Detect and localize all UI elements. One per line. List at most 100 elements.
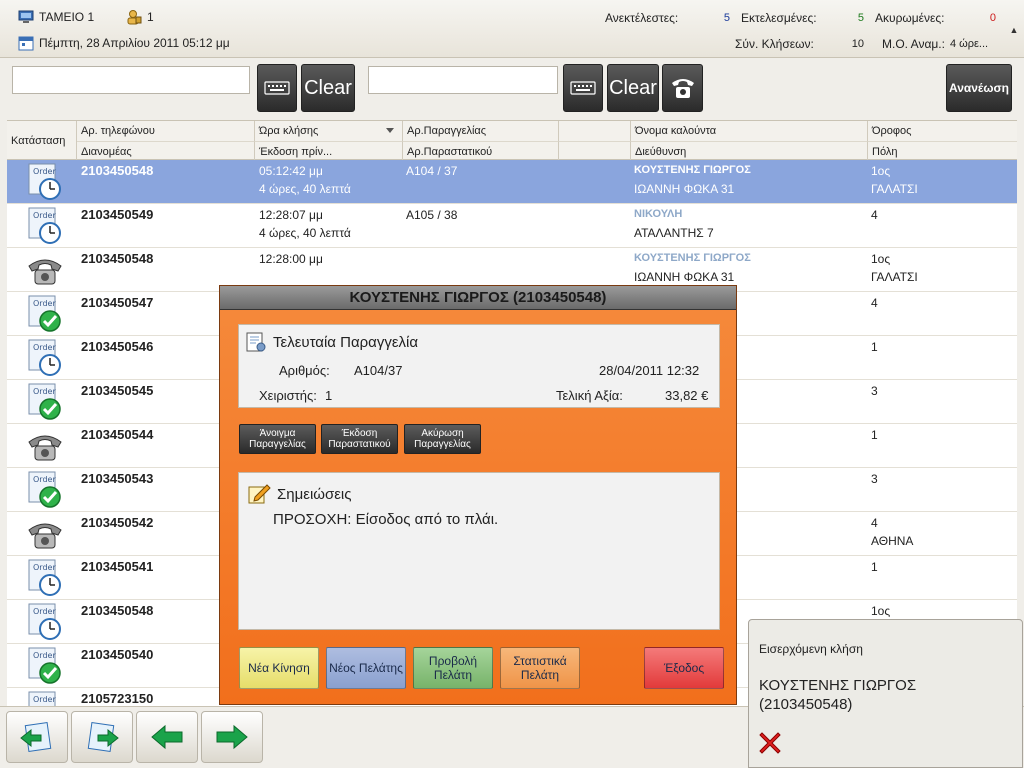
col-call-time-label: Ώρα κλήσης [259,125,319,137]
header-bar: ΤΑΜΕΙΟ 1 1 Πέμπτη, 28 Απριλίου 2011 05:1… [0,0,1024,58]
calendar-icon [18,36,34,51]
row-phone: 2103450549 [81,207,154,222]
close-icon[interactable] [757,730,783,756]
operator-value: 1 [147,10,154,24]
view-customer-button[interactable]: Προβολή Πελάτη [413,647,493,689]
col-issued-before[interactable]: Έκδοση πρίν... [255,141,403,161]
keyboard-button-1[interactable] [257,64,297,112]
row-floor: 4 [871,208,878,222]
notes-text: ΠΡΟΣΟΧΗ: Είσοδος από το πλάι. [273,511,499,528]
table-row[interactable]: Order 2103450548 05:12:42 μμ 4 ώρες, 40 λεπ… [7,160,1017,204]
page-next-button[interactable] [201,711,263,763]
row-elapsed: 4 ώρες, 40 λεπτά [259,226,351,240]
pending-count: 5 [723,12,730,24]
table-row[interactable]: Order 2103450549 12:28:07 μμ 4 ώρες, 40 λεπ… [7,204,1017,248]
document-list-icon [246,332,266,352]
operator-indicator: 1 [126,9,154,25]
row-city: ΑΘΗΝΑ [871,534,914,548]
row-address: ΑΤΑΛΑΝΤΗΣ 7 [634,226,714,240]
customer-stats-button[interactable]: Στατιστικά Πελάτη [500,647,580,689]
row-caller-name: ΚΟΥΣΤΕΝΗΣ ΓΙΩΡΓΟΣ [634,252,751,264]
col-floor[interactable]: Όροφος [868,121,1017,141]
search-input-1[interactable] [12,66,250,94]
col-phone[interactable]: Αρ. τηλεφώνου [77,121,255,141]
row-phone: 2103450543 [81,471,154,486]
order-date-value: 28/04/2011 12:32 [599,363,700,378]
page-prev-button[interactable] [136,711,198,763]
clear-button-2[interactable]: Clear [607,64,659,112]
row-floor: 1ος [871,252,891,266]
keyboard-button-2[interactable] [563,64,603,112]
last-order-title: Τελευταία Παραγγελία [273,333,419,351]
order-pending-icon: Order [28,339,61,376]
header-scroll-up-icon[interactable]: ▲ [1006,20,1022,40]
executed-label: Εκτελεσμένες: [741,11,817,25]
notes-heading: Σημειώσεις [247,483,352,505]
computer-icon [18,10,34,23]
order-pending-icon: Order [28,559,61,596]
terminal-name: ΤΑΜΕΙΟ 1 [39,10,95,24]
refresh-button-label: Ανανέωση [948,81,1010,95]
row-phone: 2103450547 [81,295,154,310]
telephone-icon [671,79,694,98]
col-caller-name[interactable]: Όνομα καλούντα [631,121,868,141]
order-total-value: 33,82 € [665,388,709,403]
col-status[interactable]: Κατάσταση [7,121,77,161]
new-customer-button[interactable]: Νέος Πελάτης [326,647,406,689]
col-city[interactable]: Πόλη [868,141,1017,161]
order-total-label: Τελική Αξία: [556,388,623,403]
document-forward-icon [87,722,119,752]
order-pending-icon: Order [28,163,61,200]
col-order-no[interactable]: Αρ.Παραγγελίας [403,121,559,141]
open-order-button[interactable]: Άνοιγμα Παραγγελίας [239,424,316,454]
page-last-button[interactable] [71,711,133,763]
keyboard-icon [570,81,596,95]
row-caller-name: ΚΟΥΣΤΕΝΗΣ ΓΙΩΡΓΟΣ [634,164,751,176]
row-floor: 1ος [871,164,891,178]
page-first-button[interactable] [6,711,68,763]
cancel-order-button[interactable]: Ακύρωση Παραγγελίας [404,424,481,454]
col-courier[interactable]: Διανομέας [77,141,255,161]
row-call-time: 12:28:00 μμ [259,252,323,266]
order-complete-icon: Order [28,383,61,420]
arrow-left-icon [151,724,183,750]
cancelled-count: 0 [989,12,996,24]
svg-text:Order: Order [33,387,56,396]
phone-lookup-button[interactable] [662,64,703,112]
row-city: ΓΑΛΑΤΣΙ [871,270,918,284]
issue-document-button[interactable]: Έκδοση Παραστατικού [321,424,398,454]
svg-text:Order: Order [33,211,56,220]
row-phone: 2103450548 [81,251,154,266]
telephone-icon [28,523,62,549]
notes-panel: Σημειώσεις ΠΡΟΣΟΧΗ: Είσοδος από το πλάι. [238,472,720,630]
col-doc-no[interactable]: Αρ.Παραστατικού [403,141,559,161]
row-address: ΙΩΑΝΝΗ ΦΩΚΑ 31 [634,270,735,284]
svg-text:Order: Order [33,563,56,572]
pending-label: Ανεκτέλεστες: [605,11,679,25]
last-order-panel: Τελευταία Παραγγελία Αριθμός: Α104/37 28… [238,324,720,408]
order-pending-icon: Order [28,603,61,640]
sort-desc-icon [386,128,394,133]
row-elapsed: 4 ώρες, 40 λεπτά [259,182,351,196]
incoming-call-toast: Εισερχόμενη κλήση ΚΟΥΣΤΕΝΗΣ ΓΙΩΡΓΟΣ (210… [748,619,1023,768]
svg-text:Order: Order [33,167,56,176]
search-input-2[interactable] [368,66,558,94]
refresh-button[interactable]: Ανανέωση [946,64,1012,112]
col-address[interactable]: Διεύθυνση [631,141,868,161]
new-move-button[interactable]: Νέα Κίνηση [239,647,319,689]
row-phone: 2103450541 [81,559,154,574]
clear-button-1[interactable]: Clear [301,64,355,112]
col-call-time[interactable]: Ώρα κλήσης [255,121,403,141]
row-floor: 3 [871,384,878,398]
cancelled-label: Ακυρωμένες: [875,11,945,25]
avg-wait-value: 4 ώρε... [950,38,989,50]
exit-button[interactable]: Έξοδος [644,647,724,689]
row-phone: 2103450544 [81,427,154,442]
order-operator-label: Χειριστής: [259,388,317,403]
order-complete-icon: Order [28,691,56,706]
row-call-time: 12:28:07 μμ [259,208,323,222]
row-caller-name: ΝΙΚΟΥΛΗ [634,208,683,220]
row-floor: 1 [871,340,878,354]
row-phone: 2103450542 [81,515,154,530]
incoming-caller: ΚΟΥΣΤΕΝΗΣ ΓΙΩΡΓΟΣ (2103450548) [759,677,917,713]
